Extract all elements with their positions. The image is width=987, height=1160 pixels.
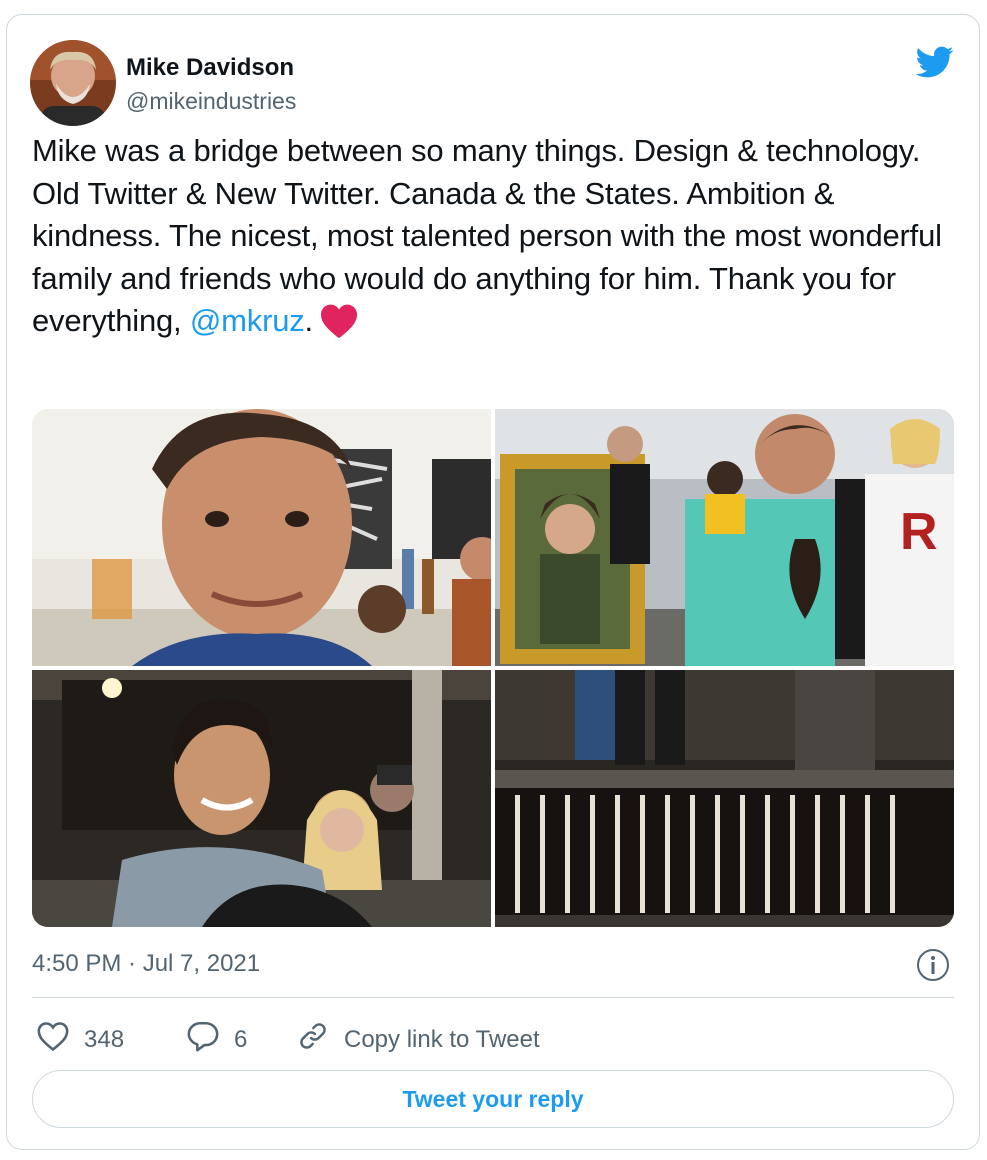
copy-link-action[interactable]: Copy link to Tweet: [296, 1020, 540, 1059]
twitter-bird-icon[interactable]: [912, 42, 956, 82]
svg-text:R: R: [900, 503, 938, 561]
divider: [32, 997, 954, 998]
mention-link[interactable]: @mkruz: [190, 303, 305, 338]
like-action[interactable]: 348: [36, 1020, 124, 1059]
photo-4[interactable]: [495, 670, 954, 927]
tweet-timestamp[interactable]: 4:50 PM · Jul 7, 2021: [32, 950, 260, 978]
media-grid: R: [32, 409, 954, 927]
link-icon: [296, 1020, 344, 1059]
heart-outline-icon: [36, 1020, 84, 1059]
info-icon[interactable]: [916, 948, 950, 982]
reply-bubble-icon: [186, 1020, 234, 1059]
photo-3[interactable]: [32, 670, 491, 927]
tweet-punctuation: .: [304, 303, 314, 338]
like-count: 348: [84, 1025, 125, 1053]
reply-action[interactable]: 6: [186, 1020, 247, 1059]
tweet-your-reply-button[interactable]: Tweet your reply: [32, 1070, 954, 1128]
author-handle[interactable]: @mikeindustries: [126, 88, 296, 115]
photo-2[interactable]: R: [495, 409, 954, 666]
author-avatar[interactable]: [30, 40, 116, 126]
author-name[interactable]: Mike Davidson: [126, 54, 294, 82]
copy-link-label: Copy link to Tweet: [344, 1025, 540, 1053]
reply-count: 6: [234, 1025, 248, 1053]
red-heart-emoji: [319, 303, 359, 351]
tweet-text: Mike was a bridge between so many things…: [32, 130, 952, 351]
photo-1[interactable]: [32, 409, 491, 666]
tweet-body: Mike was a bridge between so many things…: [32, 133, 942, 338]
